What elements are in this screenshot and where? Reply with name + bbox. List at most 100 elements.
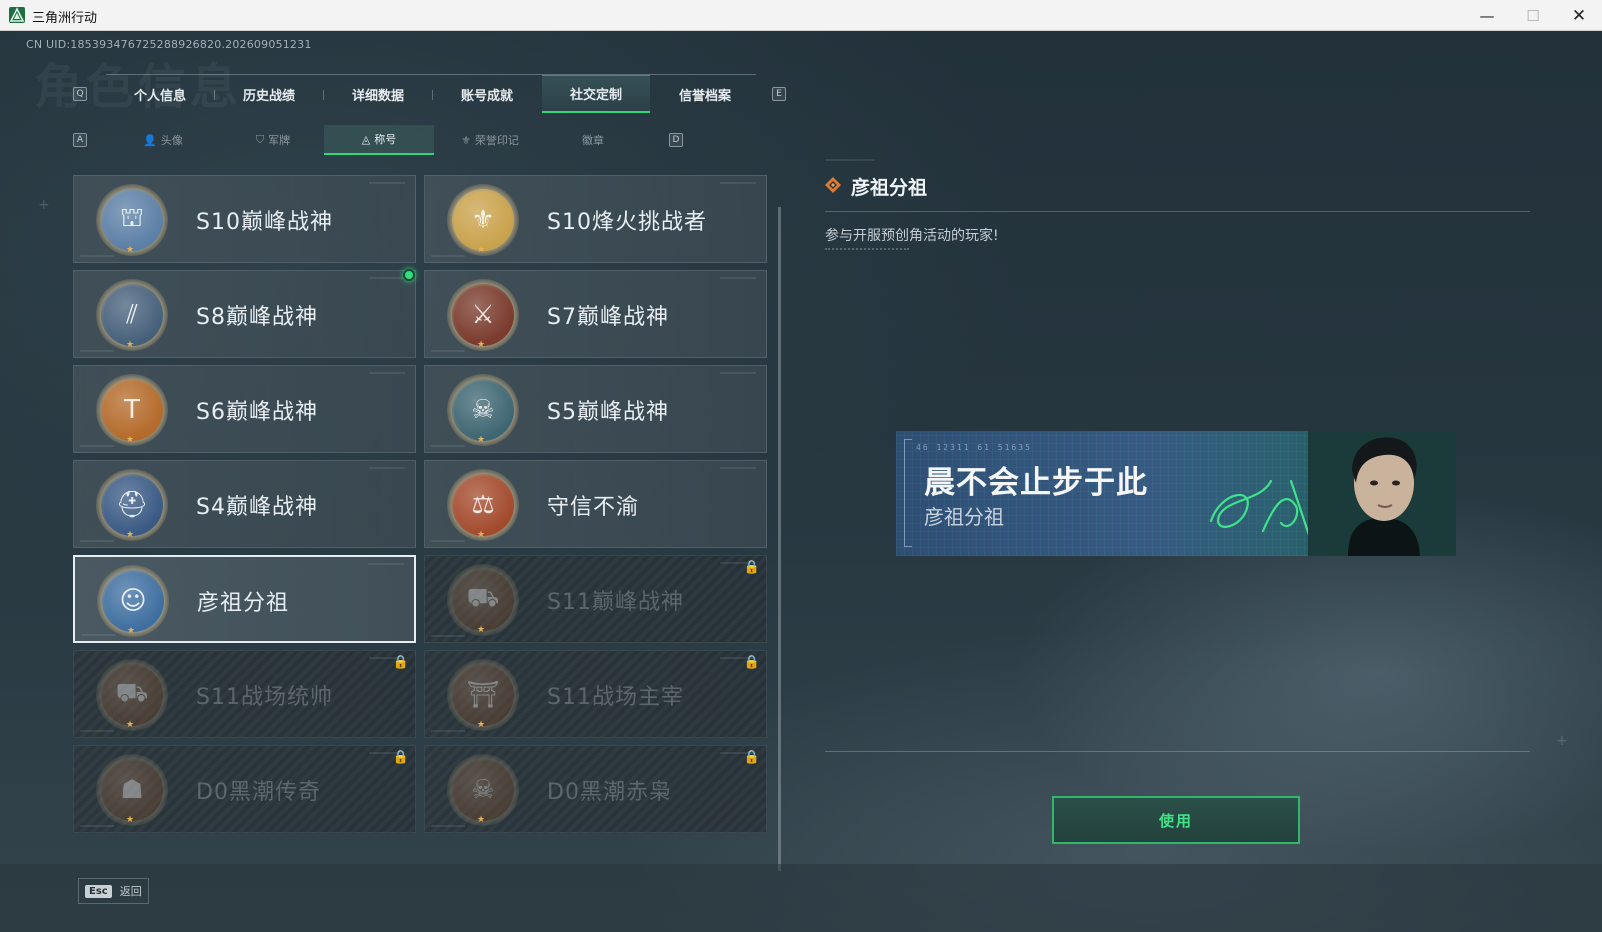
star-icon: ★ <box>477 340 486 350</box>
card-corner-mark <box>720 182 756 184</box>
title-card-name: S11战场统帅 <box>196 685 333 710</box>
tab-detailed-data[interactable]: 详细数据 <box>324 75 432 113</box>
subtab-badges[interactable]: 徽章 <box>538 125 648 155</box>
title-card-name: S11战场主宰 <box>547 685 684 710</box>
title-card-name: 守信不渝 <box>547 495 640 520</box>
banner-bracket <box>904 439 912 547</box>
star-icon: ★ <box>126 815 135 825</box>
lock-icon: 🔒 <box>743 560 760 575</box>
title-card-name: S7巅峰战神 <box>547 305 669 330</box>
title-banner-preview: 46 12311 61 51635 晨不会止步于此 彦祖分祖 <box>896 431 1456 556</box>
title-card[interactable]: ☺ ★ 彦祖分祖 <box>73 555 416 643</box>
card-foot-mark <box>80 445 114 447</box>
card-foot-mark <box>81 634 115 636</box>
card-foot-mark <box>431 730 465 732</box>
lock-icon: 🔒 <box>392 750 409 765</box>
badge-glyph: ☠ <box>452 379 514 441</box>
lock-icon: 🔒 <box>392 655 409 670</box>
minimize-button[interactable]: — <box>1464 0 1510 31</box>
star-icon: ★ <box>126 435 135 445</box>
subtab-dogtag[interactable]: ⛉ 军牌 <box>218 125 328 155</box>
subtab-titles[interactable]: ◬ 称号 <box>324 125 434 155</box>
top-tab-bar: Q 个人信息 历史战绩 详细数据 账号成就 社交定制 信誉档案 E <box>70 74 790 113</box>
card-foot-mark <box>431 445 465 447</box>
card-foot-mark <box>80 825 114 827</box>
detail-title: 彦祖分祖 <box>851 177 928 199</box>
subtab-label: 荣誉印记 <box>474 134 519 147</box>
app-logo-icon <box>9 7 25 23</box>
grid-scrollbar[interactable] <box>778 207 781 871</box>
title-card-name: S6巅峰战神 <box>196 400 318 425</box>
title-card-name: S5巅峰战神 <box>547 400 669 425</box>
card-corner-mark <box>369 182 405 184</box>
new-indicator-dot <box>403 269 415 281</box>
star-icon: ★ <box>477 435 486 445</box>
badge-glyph: ⛑ <box>101 474 163 536</box>
esc-key-hint: Esc <box>85 884 112 898</box>
badge-glyph: ☺ <box>102 570 164 632</box>
title-card[interactable]: ⚜ ★ S10烽火挑战者 <box>424 175 767 263</box>
detail-tag-mark <box>825 159 875 161</box>
tab-achievements[interactable]: 账号成就 <box>433 75 541 113</box>
close-button[interactable]: ✕ <box>1556 0 1602 31</box>
star-icon: ★ <box>477 530 486 540</box>
prev-tab-key-hint: Q <box>73 87 87 101</box>
star-icon: ★ <box>477 815 486 825</box>
title-card[interactable]: ⚖ ★ 守信不渝 <box>424 460 767 548</box>
title-card-name: 彦祖分祖 <box>197 591 290 616</box>
star-icon: ★ <box>126 245 135 255</box>
badge-glyph: ⚖ <box>452 474 514 536</box>
card-corner-mark <box>720 467 756 469</box>
detail-dotted-mark <box>825 248 909 250</box>
window-titlebar: 三角洲行动 — ☐ ✕ <box>0 0 1602 31</box>
subtab-honor-mark[interactable]: ⚜ 荣誉印记 <box>435 125 545 155</box>
tab-social-customization[interactable]: 社交定制 <box>542 75 650 113</box>
title-card[interactable]: ⛟ ★ S11战场统帅 🔒 <box>73 650 416 738</box>
portrait-icon <box>1308 431 1456 556</box>
title-card[interactable]: T ★ S6巅峰战神 <box>73 365 416 453</box>
title-card-name: S10巅峰战神 <box>196 210 333 235</box>
star-icon: ★ <box>126 720 135 730</box>
star-icon: ★ <box>477 720 486 730</box>
card-foot-mark <box>80 540 114 542</box>
star-icon: ★ <box>126 530 135 540</box>
prev-subtab-key-hint: A <box>73 133 87 147</box>
card-corner-mark <box>368 563 404 565</box>
tab-personal-info[interactable]: 个人信息 <box>106 75 214 113</box>
sub-tab-bar: A 👤 头像 ⛉ 军牌 ◬ 称号 ⚜ 荣誉印记 徽章 D <box>70 125 710 157</box>
card-foot-mark <box>431 255 465 257</box>
star-icon: ★ <box>477 245 486 255</box>
deco-cross-icon: + <box>38 197 50 213</box>
star-icon: ★ <box>126 340 135 350</box>
subtab-label: 称号 <box>374 133 397 146</box>
person-icon: 👤 <box>143 133 157 147</box>
banner-code: 46 12311 61 51635 <box>916 443 1032 452</box>
title-card[interactable]: ⚔ ★ S7巅峰战神 <box>424 270 767 358</box>
title-card[interactable]: ⫽ ★ S8巅峰战神 <box>73 269 416 358</box>
title-card[interactable]: ☠ ★ D0黑潮赤枭 🔒 <box>424 745 767 833</box>
emblem-icon: ⚜ <box>461 133 471 147</box>
dogtag-icon: ⛉ <box>255 133 265 146</box>
use-button[interactable]: 使用 <box>1052 796 1300 844</box>
back-label: 返回 <box>119 885 142 898</box>
maximize-button[interactable]: ☐ <box>1510 0 1556 31</box>
title-card[interactable]: ☠ ★ S5巅峰战神 <box>424 365 767 453</box>
title-card[interactable]: ☗ ★ D0黑潮传奇 🔒 <box>73 745 416 833</box>
title-card[interactable]: ⛫ ★ S10巅峰战神 <box>73 175 416 263</box>
next-tab-key-hint: E <box>772 87 786 101</box>
lock-icon: 🔒 <box>743 750 760 765</box>
banner-main-text: 晨不会止步于此 <box>924 465 1148 501</box>
tab-credit-record[interactable]: 信誉档案 <box>651 75 759 113</box>
title-card[interactable]: ⛟ ★ S11巅峰战神 🔒 <box>424 555 767 643</box>
deco-cross-icon: + <box>1556 733 1568 749</box>
title-card-name: S4巅峰战神 <box>196 495 318 520</box>
back-button[interactable]: Esc 返回 <box>78 878 149 904</box>
title-card[interactable]: ⛑ ★ S4巅峰战神 <box>73 460 416 548</box>
card-foot-mark <box>80 255 114 257</box>
title-card[interactable]: ⛩ ★ S11战场主宰 🔒 <box>424 650 767 738</box>
subtab-avatar[interactable]: 👤 头像 <box>108 125 218 155</box>
detail-divider <box>825 211 1530 212</box>
title-card-name: S11巅峰战神 <box>547 590 684 615</box>
card-corner-mark <box>720 372 756 374</box>
tab-match-history[interactable]: 历史战绩 <box>215 75 323 113</box>
